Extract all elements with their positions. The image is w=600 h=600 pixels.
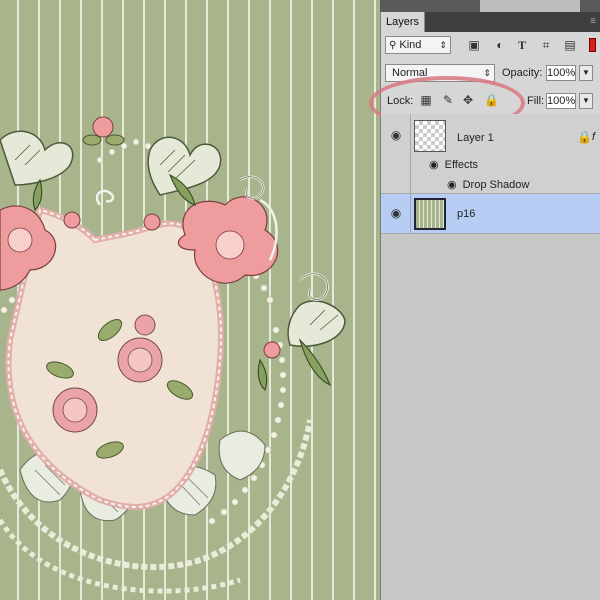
panel-menu-icon[interactable]: ≡ (590, 17, 596, 27)
filter-row: ⚲ Kind ⇕ ▣ ◐ T ⌗ ▤ (381, 32, 600, 61)
fill-input[interactable]: 100% (546, 93, 576, 109)
eye-icon[interactable]: ◉ (429, 159, 439, 171)
visibility-column: ◉ (381, 114, 411, 193)
drop-shadow-row[interactable]: ◉ Drop Shadow (447, 178, 529, 191)
shape-filter-icon[interactable]: ⌗ (539, 38, 553, 52)
adjustment-filter-icon[interactable]: ◐ (493, 38, 507, 52)
opacity-input[interactable]: 100% (546, 65, 576, 81)
fill-dropdown-icon[interactable]: ▼ (579, 93, 593, 109)
filter-kind-label: Kind (399, 39, 422, 51)
chevron-updown-icon: ⇕ (439, 40, 447, 50)
drop-shadow-label: Drop Shadow (462, 179, 530, 191)
floral-artwork (0, 116, 346, 594)
type-filter-icon[interactable]: T (515, 38, 529, 52)
image-filter-icon[interactable]: ▣ (467, 38, 481, 52)
fill-label: Fill: (527, 95, 545, 107)
filter-kind-select[interactable]: ⚲ Kind ⇕ (385, 36, 451, 54)
tab-layers[interactable]: Layers (381, 12, 425, 32)
layer-row-p16[interactable]: ◉ p16 (381, 194, 600, 234)
eye-icon[interactable]: ◉ (389, 129, 403, 141)
canvas-top-strip (380, 0, 600, 12)
visibility-column: ◉ (381, 194, 411, 233)
fx-icon[interactable]: f (592, 131, 595, 143)
layer-row-layer-1[interactable]: ◉ Layer 1 🔒 f ◉ Effects ◉ Drop Shadow (381, 114, 600, 194)
opacity-label: Opacity: (502, 67, 543, 79)
effects-label: Effects (444, 159, 479, 171)
eye-icon[interactable]: ◉ (447, 179, 457, 191)
layer-name[interactable]: p16 (457, 208, 475, 220)
document-canvas[interactable] (0, 0, 380, 600)
opacity-dropdown-icon[interactable]: ▼ (579, 65, 593, 81)
layer-thumbnail (414, 198, 446, 230)
filter-toggle[interactable] (589, 38, 596, 52)
search-icon: ⚲ (389, 40, 397, 51)
eye-icon[interactable]: ◉ (389, 207, 403, 219)
smart-object-filter-icon[interactable]: ▤ (563, 38, 577, 52)
layer-thumbnail (414, 120, 446, 152)
lock-indicator-icon: 🔒 (577, 130, 592, 144)
effects-row[interactable]: ◉ Effects (429, 158, 478, 171)
layer-name[interactable]: Layer 1 (457, 132, 494, 144)
panel-tab-bar: Layers ≡ (381, 12, 600, 32)
layers-panel: Layers ≡ ⚲ Kind ⇕ ▣ ◐ T ⌗ ▤ Normal ⇕ Opa… (369, 12, 600, 600)
lock-row: Lock: ▦ ✎ ✥ 🔒 Fill: 100% ▼ (369, 76, 600, 130)
